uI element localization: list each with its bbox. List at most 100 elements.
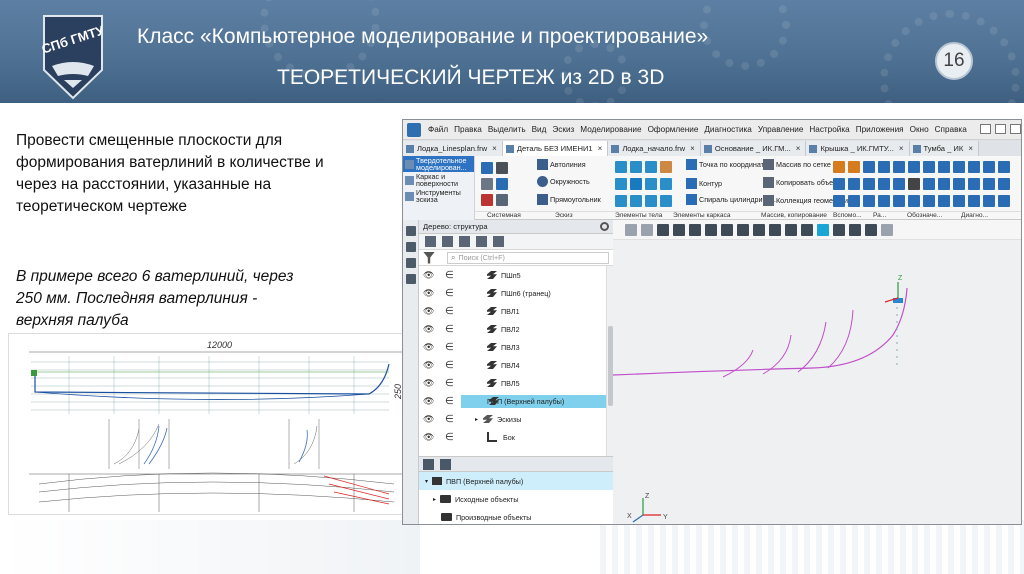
- chamfer-icon[interactable]: [645, 178, 657, 190]
- related-item[interactable]: Производные объекты: [419, 508, 613, 524]
- tools-icon[interactable]: [923, 195, 935, 207]
- tools-icon[interactable]: [983, 178, 995, 190]
- extra-icon[interactable]: [953, 161, 965, 173]
- print-icon[interactable]: [496, 162, 508, 174]
- close-tab-icon[interactable]: ×: [690, 144, 695, 153]
- tools-icon[interactable]: [893, 195, 905, 207]
- check-icon[interactable]: [938, 161, 950, 173]
- menu-item-design[interactable]: Оформление: [645, 125, 702, 134]
- mode-sketch-tools[interactable]: Инструменты эскиза: [403, 188, 474, 204]
- shell-icon[interactable]: [660, 178, 672, 190]
- 3d-viewport[interactable]: Z X Y Z: [613, 220, 1021, 524]
- document-icon[interactable]: [481, 178, 493, 190]
- tools-icon[interactable]: [848, 195, 860, 207]
- settings-gear-icon[interactable]: [600, 222, 609, 231]
- tree-row[interactable]: 👁 ∈ ПШп5: [419, 266, 609, 284]
- tree-panel-icon[interactable]: [405, 226, 416, 236]
- tools-icon[interactable]: [953, 178, 965, 190]
- tools-icon[interactable]: [968, 178, 980, 190]
- shading-icon[interactable]: [801, 223, 813, 236]
- save-icon[interactable]: [481, 162, 493, 174]
- tools-icon[interactable]: [998, 178, 1010, 190]
- tools-icon[interactable]: [878, 195, 890, 207]
- display-style-icon[interactable]: [721, 223, 733, 236]
- tools-icon[interactable]: [998, 195, 1010, 207]
- tools-icon[interactable]: [968, 195, 980, 207]
- point-by-coordinates-button[interactable]: Точка по координатам: [686, 159, 773, 170]
- zoom-icon[interactable]: [657, 223, 669, 236]
- collapse-arrow-icon[interactable]: ▾: [425, 478, 428, 485]
- tools-icon[interactable]: [938, 195, 950, 207]
- extra-icon[interactable]: [968, 161, 980, 173]
- extra-icon[interactable]: [998, 161, 1010, 173]
- diagnostics-icon[interactable]: [923, 161, 935, 173]
- variables-icon[interactable]: [405, 258, 416, 268]
- tab-tumba[interactable]: Тумба _ ИК ×: [909, 141, 979, 156]
- section-view-icon[interactable]: [737, 223, 749, 236]
- tab-detail-unnamed[interactable]: Деталь БЕЗ ИМЕНИ1 ×: [502, 141, 609, 156]
- close-tab-icon[interactable]: ×: [492, 144, 497, 153]
- split-icon[interactable]: [660, 195, 672, 207]
- tree-row[interactable]: 👁 ∈ ПВЛ3: [419, 338, 609, 356]
- tools-icon[interactable]: [863, 195, 875, 207]
- tools-icon[interactable]: [848, 178, 860, 190]
- tools-icon[interactable]: [878, 178, 890, 190]
- rectangle-button[interactable]: Прямоугольник: [537, 194, 601, 205]
- tree-expand-icon[interactable]: [476, 236, 487, 247]
- tab-lodka-nachalo[interactable]: Лодка_начало.frw ×: [608, 141, 701, 156]
- expand-arrow-icon[interactable]: ▸: [433, 496, 436, 503]
- tools-icon[interactable]: [908, 195, 920, 207]
- grid-icon[interactable]: [817, 223, 829, 236]
- close-tab-icon[interactable]: ×: [968, 144, 973, 153]
- tree-row[interactable]: 👁 ∈ ПВЛ4: [419, 356, 609, 374]
- menu-item-settings[interactable]: Настройка: [806, 125, 852, 134]
- tree-row[interactable]: 👁 ∈ ПВЛ5: [419, 374, 609, 392]
- contour-button[interactable]: Контур: [686, 178, 722, 189]
- thread-icon[interactable]: [645, 195, 657, 207]
- perspective-icon[interactable]: [785, 223, 797, 236]
- hole-icon[interactable]: [630, 195, 642, 207]
- text-icon[interactable]: [908, 178, 920, 190]
- menu-item-modeling[interactable]: Моделирование: [577, 125, 644, 134]
- selection-icon[interactable]: [865, 223, 877, 236]
- extra-icon[interactable]: [983, 161, 995, 173]
- eye-icon[interactable]: 👁: [423, 306, 435, 317]
- revolve-icon[interactable]: [630, 161, 642, 173]
- eye-icon[interactable]: 👁: [423, 432, 435, 443]
- tree-row[interactable]: 👁 ∈ ПВЛ2: [419, 320, 609, 338]
- visibility-icon[interactable]: [753, 223, 765, 236]
- tools-icon[interactable]: [833, 195, 845, 207]
- tree-search-input[interactable]: ⌕ Поиск (Ctrl+F): [447, 251, 609, 264]
- tools-icon[interactable]: [923, 178, 935, 190]
- menu-item-select[interactable]: Выделить: [485, 125, 529, 134]
- eye-icon[interactable]: 👁: [423, 324, 435, 335]
- minimize-icon[interactable]: [980, 124, 991, 134]
- tree-row[interactable]: 👁 ∈ ПВЛ1: [419, 302, 609, 320]
- hide-icon[interactable]: [769, 223, 781, 236]
- designation-icon[interactable]: [893, 161, 905, 173]
- menu-item-file[interactable]: Файл: [425, 125, 451, 134]
- tools-icon[interactable]: [893, 178, 905, 190]
- eye-icon[interactable]: 👁: [423, 342, 435, 353]
- pan-icon[interactable]: [673, 223, 685, 236]
- mode-solid-modeling[interactable]: Твердотельное моделирован...: [403, 156, 474, 172]
- autoline-button[interactable]: Автолиния: [537, 159, 586, 170]
- related-item-selected[interactable]: ▾ ПВП (Верхней палубы): [419, 472, 613, 490]
- filter-selection-icon[interactable]: [849, 223, 861, 236]
- expand-arrow-icon[interactable]: ▸: [475, 416, 478, 423]
- dimension-icon[interactable]: [908, 161, 920, 173]
- menu-item-apps[interactable]: Приложения: [853, 125, 907, 134]
- cut-icon[interactable]: [660, 161, 672, 173]
- eye-icon[interactable]: 👁: [423, 270, 435, 281]
- tree-view-icon[interactable]: [423, 458, 434, 470]
- plane-offset-icon[interactable]: [833, 178, 845, 190]
- tree-scrollbar[interactable]: [606, 266, 613, 456]
- sweep-icon[interactable]: [615, 178, 627, 190]
- plane-icon[interactable]: [833, 161, 845, 173]
- eye-icon[interactable]: 👁: [423, 360, 435, 371]
- close-tab-icon[interactable]: ×: [598, 144, 603, 153]
- lcs-icon[interactable]: [863, 161, 875, 173]
- menu-item-sketch[interactable]: Эскиз: [549, 125, 577, 134]
- tree-sort-icon[interactable]: [459, 236, 470, 247]
- tools-icon[interactable]: [938, 178, 950, 190]
